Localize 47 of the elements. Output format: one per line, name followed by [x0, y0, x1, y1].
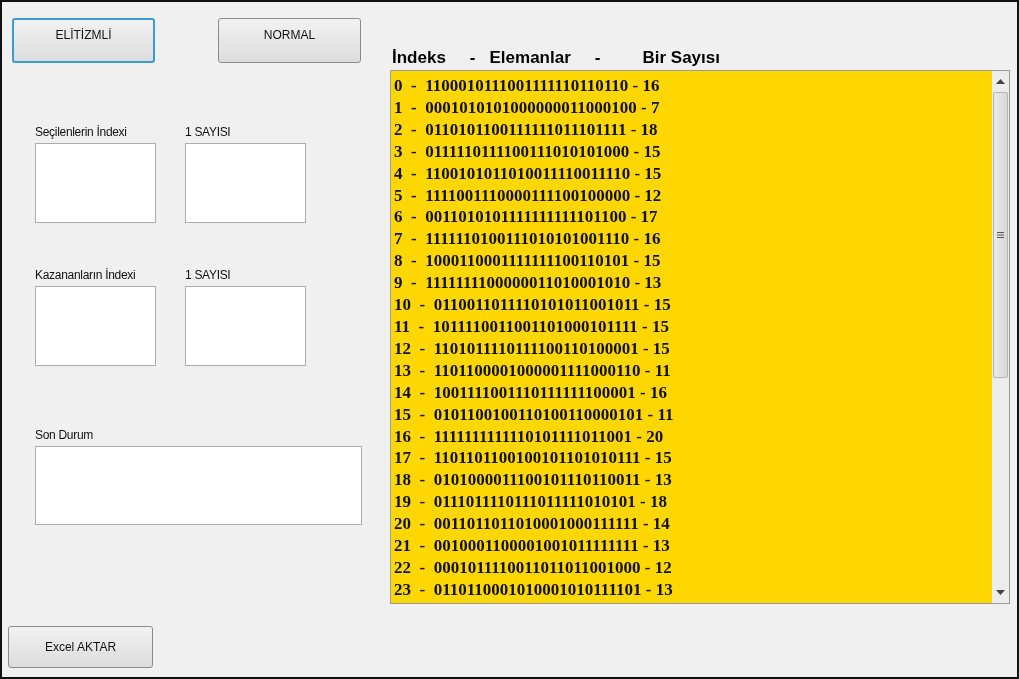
list-item[interactable]: 4 - 1100101011010011110011110 - 15 — [394, 162, 992, 185]
scroll-down-icon[interactable] — [996, 590, 1005, 595]
column-heading: - — [469, 48, 476, 68]
column-heading: - — [594, 48, 601, 68]
excel-button[interactable]: Excel AKTAR — [8, 626, 153, 668]
scroll-thumb[interactable] — [993, 92, 1008, 378]
field-label: Seçilenlerin İndexi — [35, 125, 128, 141]
grip-icon — [997, 232, 1004, 238]
mode-button[interactable]: ELİTİZMLİ — [12, 18, 155, 63]
field-label: Son Durum — [35, 428, 94, 444]
list-item[interactable]: 23 - 0110110001010001010111101 - 13 — [394, 578, 992, 601]
text-box[interactable] — [35, 446, 362, 525]
list-item[interactable]: 12 - 1101011110111100110100001 - 15 — [394, 337, 992, 360]
list-item[interactable]: 18 - 0101000011100101110110011 - 13 — [394, 469, 992, 492]
list-item[interactable]: 21 - 0010001100001001011111111 - 13 — [394, 535, 992, 557]
list-item[interactable]: 2 - 0110101100111111011101111 - 18 — [394, 118, 992, 141]
list-item[interactable]: 16 - 1111111111110101111011001 - 20 — [394, 425, 992, 448]
text-box[interactable] — [185, 286, 306, 366]
list-item[interactable]: 17 - 1101101100100101101010111 - 15 — [394, 447, 992, 470]
field-label: 1 SAYISI — [185, 268, 232, 284]
text-box[interactable] — [35, 143, 156, 223]
text-box[interactable] — [35, 286, 156, 366]
list-item[interactable]: 11 - 1011110011001101000101111 - 15 — [394, 315, 992, 338]
text-box[interactable] — [185, 143, 306, 223]
list-item[interactable]: 22 - 0001011110011011011001000 - 12 — [394, 556, 992, 579]
mode-button[interactable]: NORMAL — [218, 18, 361, 63]
list-item[interactable]: 0 - 1100010111001111110110110 - 16 — [394, 75, 992, 97]
list-item[interactable]: 8 - 1000110001111111100110101 - 15 — [394, 250, 992, 273]
list-item[interactable]: 1 - 0001010101000000011000100 - 7 — [394, 96, 992, 119]
scrollbar[interactable] — [992, 71, 1009, 603]
list-item[interactable]: 9 - 1111111100000011010001010 - 13 — [394, 272, 992, 295]
field-label: Kazananların İndexi — [35, 268, 137, 284]
scroll-up-icon[interactable] — [996, 79, 1005, 84]
list-item[interactable]: 13 - 1101100001000001111000110 - 11 — [394, 359, 992, 382]
column-heading: Bir Sayısı — [642, 48, 720, 68]
list-item[interactable]: 5 - 1111001110000111100100000 - 12 — [394, 184, 992, 207]
list-item[interactable]: 7 - 1111110100111010101001110 - 16 — [394, 228, 992, 251]
column-heading: Elemanlar — [489, 48, 571, 68]
list-item[interactable]: 15 - 0101100100110100110000101 - 11 — [394, 403, 992, 426]
list-item[interactable]: 20 - 0011011011010001000111111 - 14 — [394, 513, 992, 536]
list-item[interactable]: 10 - 0110011011110101011001011 - 15 — [394, 294, 992, 316]
field-label: 1 SAYISI — [185, 125, 232, 141]
list-item[interactable]: 3 - 0111110111100111010101000 - 15 — [394, 140, 992, 163]
list-item[interactable]: 19 - 0111011110111011111010101 - 18 — [394, 491, 992, 514]
list-item[interactable]: 6 - 0011010101111111111101100 - 17 — [394, 206, 992, 229]
column-heading: İndeks — [392, 48, 446, 68]
list-item[interactable]: 14 - 1001111001110111111100001 - 16 — [394, 381, 992, 404]
